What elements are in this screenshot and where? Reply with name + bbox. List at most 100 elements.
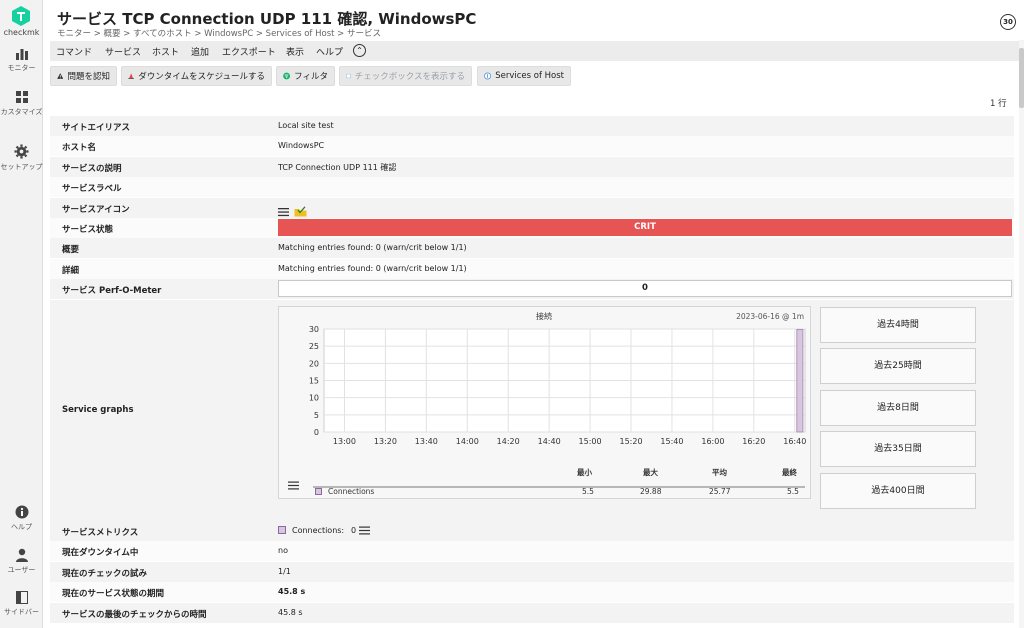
acknowledge-label: 問題を認知 (67, 72, 110, 82)
chart-y-tick-label: 15 (309, 377, 319, 386)
services-of-host-button[interactable]: Services of Host (477, 66, 571, 86)
legend-min-value: 5.5 (582, 487, 594, 496)
chart-y-tick-label: 30 (309, 325, 319, 334)
timeframe-400d[interactable]: 過去400日間 (820, 473, 976, 509)
timeframe-25h[interactable]: 過去25時間 (820, 348, 976, 384)
sidebar-label-user: ユーザー (7, 566, 36, 574)
timeframe-8d[interactable]: 過去8日間 (820, 390, 976, 426)
row-state-duration: 現在のサービス状態の期間 45.8 s (50, 582, 1014, 602)
sidebar-item-sidebar[interactable]: サイドバー (0, 591, 43, 617)
page-scrollbar[interactable] (1019, 40, 1024, 628)
timeframe-4h[interactable]: 過去4時間 (820, 307, 976, 343)
refresh-counter[interactable]: 30 (1000, 14, 1016, 30)
sidebar: checkmk モニター カスタマイズ セットアップ ヘルプ ユーザー サイドバ… (0, 0, 43, 628)
menu-services[interactable]: サービス (105, 45, 141, 58)
row-site-alias: サイトエイリアス Local site test (50, 116, 1014, 136)
menu-commands[interactable]: コマンド (56, 45, 92, 58)
chart-x-tick-label: 13:00 (333, 437, 356, 446)
show-checkboxes-label: チェックボックスを表示する (354, 72, 465, 82)
sidebar-label-customize: カスタマイズ (0, 108, 43, 116)
service-graphs-key: Service graphs (62, 405, 134, 415)
sidebar-item-setup[interactable]: セットアップ (0, 144, 43, 172)
acknowledge-button[interactable]: 問題を認知 (50, 66, 117, 86)
chart-y-tick-label: 10 (309, 394, 319, 403)
chart-y-tick-label: 0 (314, 428, 319, 437)
check-folder-icon[interactable] (294, 206, 307, 217)
host-name-value[interactable]: WindowsPC (278, 141, 324, 150)
filter-icon (283, 72, 291, 80)
timeframe-35d[interactable]: 過去35日間 (820, 431, 976, 467)
service-description-key: サービスの説明 (62, 164, 122, 174)
services-icon (484, 72, 492, 80)
service-state-badge: CRIT (278, 219, 1012, 236)
legend-header-max: 最大 (643, 468, 658, 477)
check-attempt-key: 現在のチェックの試み (62, 569, 148, 579)
sidebar-label-setup: セットアップ (0, 163, 43, 171)
state-duration-key: 現在のサービス状態の期間 (62, 589, 165, 599)
legend-header-avg: 平均 (712, 468, 727, 477)
row-service-description: サービスの説明 TCP Connection UDP 111 確認 (50, 157, 1014, 177)
service-state-key: サービス状態 (62, 225, 114, 235)
schedule-downtime-label: ダウンタイムをスケジュールする (138, 72, 265, 82)
chart-y-tick-label: 20 (309, 359, 319, 368)
in-downtime-value: no (278, 546, 288, 555)
scrollbar-thumb[interactable] (1019, 48, 1024, 108)
metric-value: 0 (351, 526, 357, 535)
chart-x-tick-label: 16:00 (701, 437, 724, 446)
menu-export[interactable]: エクスポート (222, 45, 276, 58)
graph-container: 0 5 10 15 20 25 30 13:00 13:20 13:40 14:00 14:20 14:… (278, 306, 811, 499)
page-title: サービス TCP Connection UDP 111 確認, WindowsP… (57, 10, 477, 28)
row-summary: 概要 Matching entries found: 0 (warn/crit … (50, 238, 1014, 258)
logo-text: checkmk (3, 28, 40, 37)
sidebar-icon (15, 591, 28, 604)
menu-hosts[interactable]: ホスト (152, 45, 179, 58)
chart-x-tick-label: 15:20 (619, 437, 642, 446)
sidebar-item-customize[interactable]: カスタマイズ (0, 90, 43, 117)
info-icon (15, 505, 28, 519)
row-host-name: ホスト名 WindowsPC (50, 136, 1014, 156)
menu-display[interactable]: 表示 (286, 45, 304, 58)
checkmk-logo[interactable] (11, 6, 31, 26)
chart-x-tick-label: 15:40 (660, 437, 683, 446)
filter-button[interactable]: フィルタ (276, 66, 335, 86)
chart-x-tick-label: 14:40 (538, 437, 561, 446)
perf-o-meter-bar: 0 (278, 280, 1012, 297)
menu-icon[interactable] (278, 207, 289, 217)
menu-collapse-toggle[interactable]: ⌃ (353, 44, 366, 57)
chart-x-tick-label: 13:40 (415, 437, 438, 446)
sidebar-item-monitor[interactable]: モニター (0, 47, 43, 73)
row-service-icons: サービスアイコン (50, 198, 1014, 218)
site-alias-key: サイトエイリアス (62, 123, 131, 133)
details-value: Matching entries found: 0 (warn/crit bel… (278, 264, 467, 273)
page-header: サービス TCP Connection UDP 111 確認, WindowsP… (43, 0, 1024, 40)
chart-y-tick-label: 25 (309, 342, 319, 351)
legend-header-last: 最終 (782, 468, 797, 477)
legend-last-value: 5.5 (787, 487, 799, 496)
chart-x-tick-label: 15:00 (579, 437, 602, 446)
menu-add[interactable]: 追加 (191, 45, 209, 58)
check-attempt-value: 1/1 (278, 567, 291, 576)
menu-help[interactable]: ヘルプ (316, 45, 343, 58)
in-downtime-key: 現在ダウンタイム中 (62, 548, 139, 558)
row-service-graphs: Service graphs 0 5 10 15 20 25 30 13:00 13:20 13:… (50, 300, 1014, 521)
sidebar-item-user[interactable]: ユーザー (0, 548, 43, 575)
legend-header-min: 最小 (577, 468, 592, 477)
connections-chart[interactable]: 0 5 10 15 20 25 30 13:00 13:20 13:40 14:00 14:20 14:… (279, 307, 810, 498)
show-checkboxes-button[interactable]: チェックボックスを表示する (339, 66, 472, 86)
sidebar-item-help[interactable]: ヘルプ (0, 505, 43, 532)
graph-menu-icon[interactable] (288, 481, 299, 490)
perf-o-meter-key: サービス Perf-O-Meter (62, 286, 162, 296)
services-of-host-label: Services of Host (495, 71, 564, 81)
schedule-downtime-button[interactable]: ダウンタイムをスケジュールする (121, 66, 272, 86)
warning-icon (57, 73, 64, 79)
service-metrics-key: サービスメトリクス (62, 528, 139, 538)
metric-menu-icon[interactable] (359, 526, 370, 535)
gear-icon (14, 144, 29, 159)
metric-swatch (278, 526, 286, 534)
row-service-state: サービス状態 CRIT (50, 218, 1014, 238)
legend-max-value: 29.88 (640, 487, 662, 496)
row-service-metrics: サービスメトリクス Connections: 0 (50, 521, 1014, 541)
checkbox-icon (346, 73, 351, 79)
service-description-value[interactable]: TCP Connection UDP 111 確認 (278, 162, 396, 173)
breadcrumb[interactable]: モニター > 概要 > すべてのホスト > WindowsPC > Servic… (57, 27, 381, 39)
